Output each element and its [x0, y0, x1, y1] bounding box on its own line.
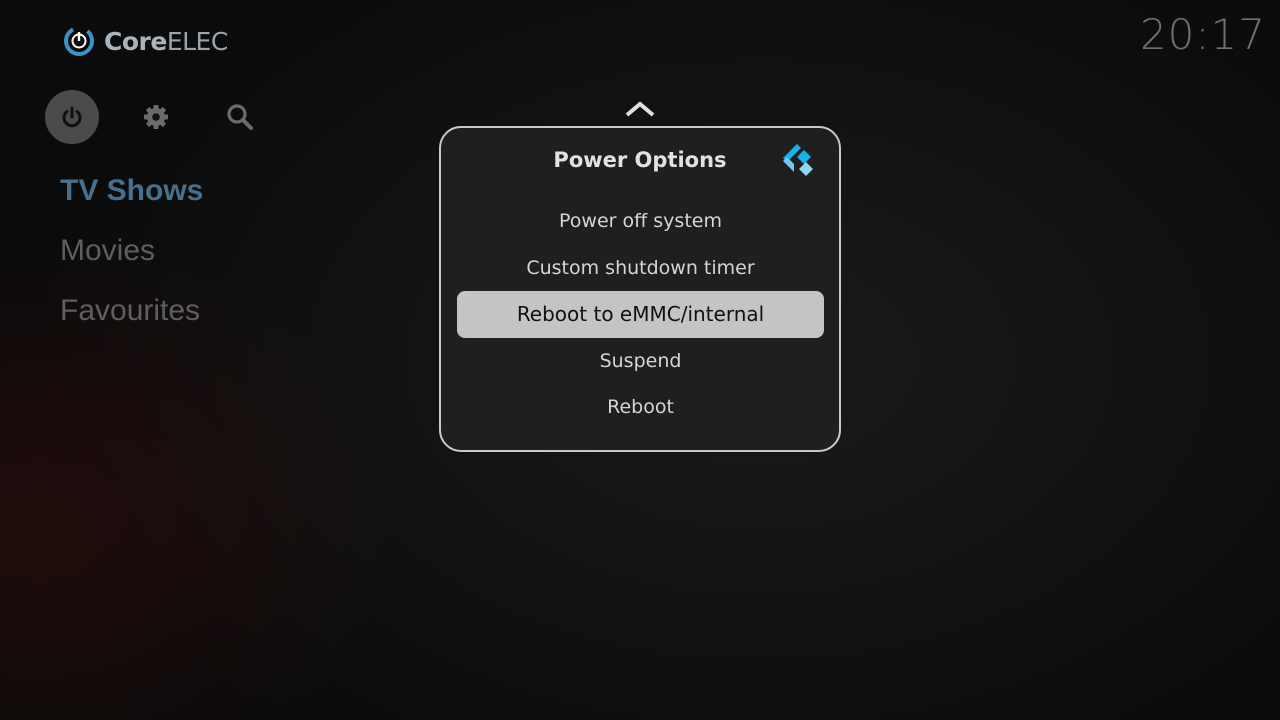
dialog-title: Power Options	[553, 148, 727, 172]
power-icon	[62, 106, 82, 128]
chevron-up-icon	[625, 101, 655, 117]
power-options-dialog: Power Options Power off system Custom sh…	[439, 126, 841, 452]
search-button[interactable]	[213, 90, 267, 144]
menu-item-favourites[interactable]: Favourites	[60, 286, 203, 346]
coreelec-logo: CoreELEC	[62, 24, 228, 58]
coreelec-power-logo-icon	[64, 26, 94, 56]
option-reboot[interactable]: Reboot	[457, 384, 824, 431]
settings-button[interactable]	[129, 90, 183, 144]
brand-name-bold: Core	[104, 26, 167, 56]
power-button[interactable]	[45, 90, 99, 144]
menu-item-movies[interactable]: Movies	[60, 226, 203, 286]
brand-name-regular: ELEC	[166, 26, 228, 56]
clock: 20:17	[1139, 10, 1266, 59]
search-icon	[227, 104, 253, 130]
brand-name: CoreELEC	[104, 27, 228, 56]
kodi-logo-icon	[783, 144, 813, 176]
option-suspend[interactable]: Suspend	[457, 338, 824, 385]
main-menu: TV Shows Movies Favourites	[60, 166, 203, 346]
menu-item-tv-shows[interactable]: TV Shows	[60, 166, 203, 226]
top-icon-row	[45, 90, 297, 144]
option-power-off[interactable]: Power off system	[457, 198, 824, 245]
option-reboot-to-emmc[interactable]: Reboot to eMMC/internal	[457, 291, 824, 338]
option-custom-shutdown-timer[interactable]: Custom shutdown timer	[457, 245, 824, 292]
screen: CoreELEC 20:17 TV Shows Movies Favourite…	[0, 0, 1280, 720]
power-options-list: Power off system Custom shutdown timer R…	[457, 198, 824, 431]
gear-icon	[144, 105, 168, 129]
